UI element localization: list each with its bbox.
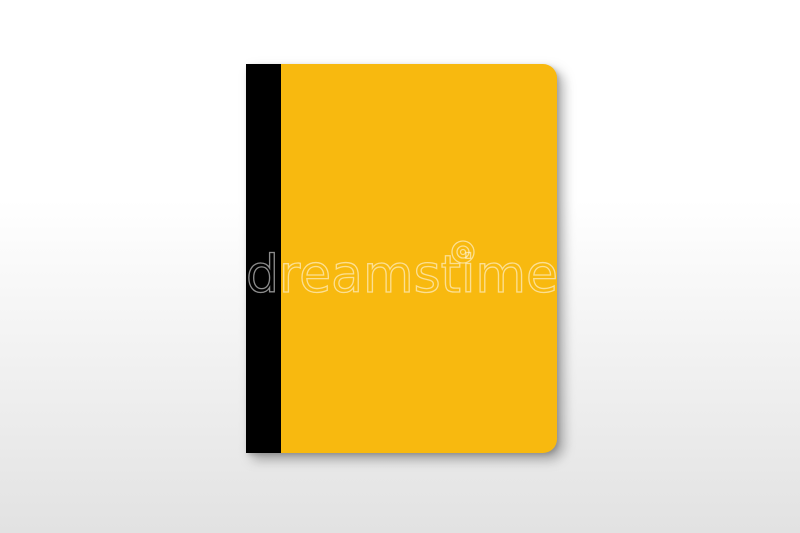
notebook-cover [281, 64, 557, 453]
background: dreamstime [0, 0, 800, 533]
notebook [246, 64, 557, 453]
notebook-spine [246, 64, 281, 453]
